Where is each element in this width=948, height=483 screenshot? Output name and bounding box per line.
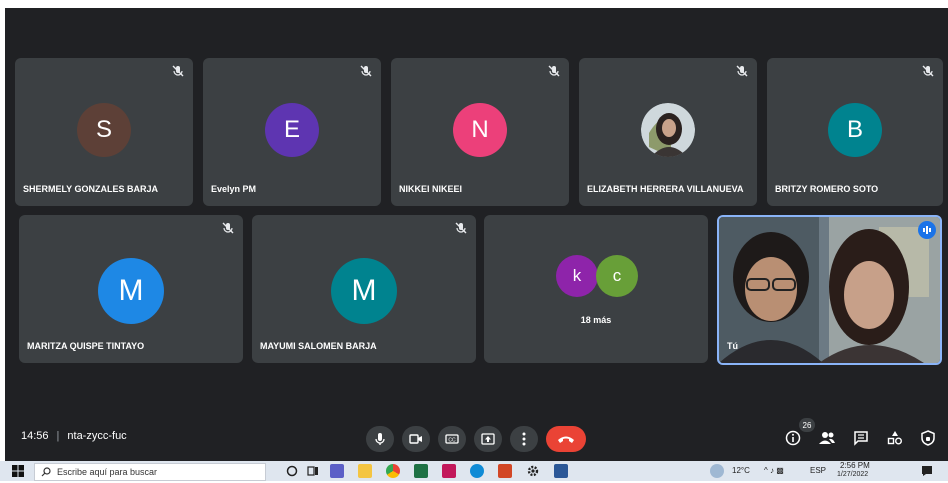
mic-button[interactable]	[366, 426, 394, 452]
participant-name: MAYUMI SALOMEN BARJA	[260, 341, 377, 351]
participant-tile[interactable]: E Evelyn PM	[203, 58, 381, 206]
people-count-badge: 26	[799, 418, 815, 432]
participant-tile[interactable]: M MARITZA QUISPE TINTAYO	[19, 215, 243, 363]
meet-window: S SHERMELY GONZALES BARJA E Evelyn PM N …	[5, 8, 948, 461]
camera-button[interactable]	[402, 426, 430, 452]
more-count-label: 18 más	[580, 315, 612, 325]
captions-icon: CC	[445, 434, 459, 444]
windows-start-icon[interactable]	[12, 465, 24, 477]
file-explorer-icon[interactable]	[358, 464, 372, 478]
participant-name: NIKKEI NIKEEI	[399, 184, 463, 194]
people-button[interactable]	[817, 428, 837, 448]
self-video-tile[interactable]: Tú	[717, 215, 942, 365]
more-options-icon	[522, 432, 526, 446]
participant-name: Evelyn PM	[211, 184, 257, 194]
people-icon	[819, 432, 835, 444]
activities-button[interactable]	[885, 428, 905, 448]
avatar: S	[77, 103, 131, 157]
camera-icon	[409, 434, 422, 444]
mic-off-icon	[922, 65, 934, 77]
avatar: N	[453, 103, 507, 157]
end-call-icon	[558, 436, 574, 443]
avatar: B	[828, 103, 882, 157]
participant-tile[interactable]: ELIZABETH HERRERA VILLANUEVA	[579, 58, 757, 206]
task-view-icon[interactable]	[306, 464, 320, 478]
avatar: M	[98, 258, 164, 324]
chat-button[interactable]	[851, 428, 871, 448]
captions-button[interactable]: CC	[438, 426, 466, 452]
mic-off-icon	[736, 65, 748, 77]
photos-icon[interactable]	[442, 464, 456, 478]
more-participants-tile[interactable]: k c 18 más	[484, 215, 708, 363]
edge-icon[interactable]	[470, 464, 484, 478]
avatar: c	[596, 255, 638, 297]
profile-photo	[641, 103, 695, 157]
present-button[interactable]	[474, 426, 502, 452]
meeting-info-separator: |	[56, 430, 60, 442]
meeting-code: nta-zycc-fuc	[67, 430, 127, 442]
word-icon[interactable]	[554, 464, 568, 478]
participant-name: ELIZABETH HERRERA VILLANUEVA	[587, 184, 744, 194]
os-taskbar: Escribe aquí para buscar 12°C ^ ♪ ▩ ESP …	[0, 461, 948, 481]
meeting-time: 14:56	[21, 430, 49, 442]
mic-icon	[375, 433, 385, 445]
taskbar-search[interactable]: Escribe aquí para buscar	[34, 463, 266, 481]
cortana-icon[interactable]	[285, 464, 299, 478]
activities-icon	[887, 431, 902, 445]
search-icon	[41, 467, 51, 477]
notifications-icon[interactable]	[920, 464, 934, 478]
participant-name: BRITZY ROMERO SOTO	[775, 184, 879, 194]
participant-tile[interactable]: N NIKKEI NIKEEI	[391, 58, 569, 206]
info-icon	[785, 430, 801, 446]
more-options-button[interactable]	[510, 426, 538, 452]
end-call-button[interactable]	[546, 426, 586, 452]
avatar: M	[331, 258, 397, 324]
participant-name: SHERMELY GONZALES BARJA	[23, 184, 159, 194]
tray-icons[interactable]: ^ ♪ ▩	[764, 466, 784, 475]
avatar: E	[265, 103, 319, 157]
control-bar: 14:56 | nta-zycc-fuc CC 26	[5, 416, 948, 461]
speaking-indicator-icon	[918, 221, 936, 239]
language-indicator[interactable]: ESP	[810, 466, 826, 475]
mic-off-icon	[222, 222, 234, 234]
host-controls-button[interactable]	[918, 428, 938, 448]
teams-icon[interactable]	[330, 464, 344, 478]
mic-off-icon	[360, 65, 372, 77]
chat-icon	[854, 431, 868, 446]
self-video-feed	[719, 217, 940, 363]
participant-tile[interactable]: M MAYUMI SALOMEN BARJA	[252, 215, 476, 363]
participant-name: Tú	[727, 341, 738, 351]
weather-icon[interactable]	[710, 464, 724, 478]
participant-tile[interactable]: S SHERMELY GONZALES BARJA	[15, 58, 193, 206]
meeting-info: 14:56 | nta-zycc-fuc	[21, 430, 127, 442]
weather-temp: 12°C	[732, 466, 750, 475]
mic-off-icon	[548, 65, 560, 77]
avatar: k	[556, 255, 598, 297]
chrome-icon[interactable]	[386, 464, 400, 478]
participant-name: MARITZA QUISPE TINTAYO	[27, 341, 145, 351]
present-icon	[481, 433, 495, 445]
search-placeholder: Escribe aquí para buscar	[57, 467, 158, 477]
participant-tile[interactable]: B BRITZY ROMERO SOTO	[767, 58, 943, 206]
clock-date[interactable]: 1/27/2022	[837, 471, 868, 478]
powerpoint-icon[interactable]	[498, 464, 512, 478]
host-controls-icon	[921, 430, 935, 446]
excel-icon[interactable]	[414, 464, 428, 478]
mic-off-icon	[172, 65, 184, 77]
mic-off-icon	[455, 222, 467, 234]
info-button[interactable]	[783, 428, 803, 448]
settings-icon[interactable]	[526, 464, 540, 478]
svg-text:CC: CC	[448, 438, 456, 444]
clock-time[interactable]: 2:56 PM	[840, 461, 870, 470]
